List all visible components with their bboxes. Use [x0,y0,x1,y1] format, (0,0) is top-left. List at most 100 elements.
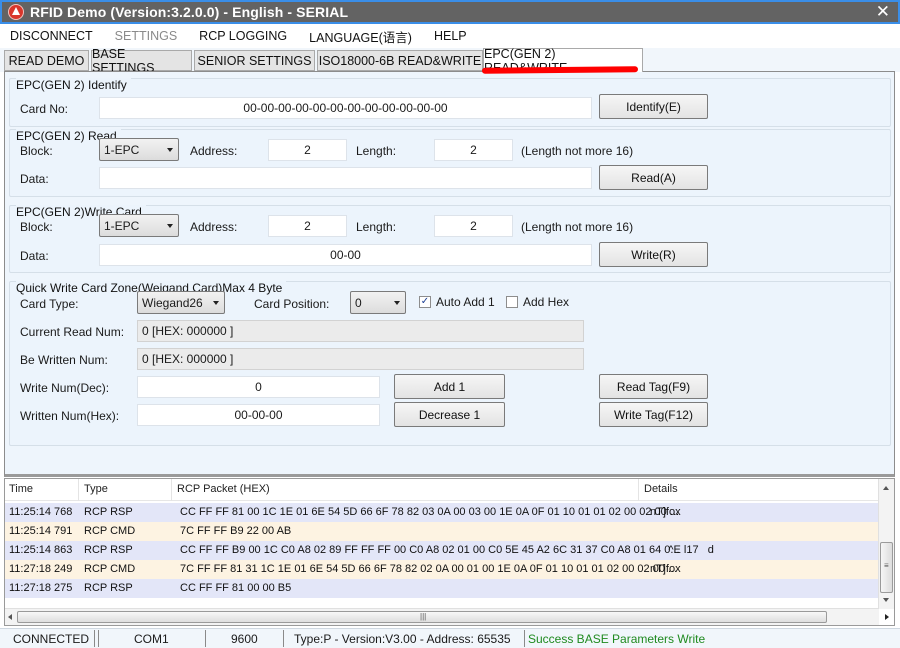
log-type: RCP CMD [84,525,136,537]
status-bar: CONNECTED COM1 9600 Type:P - Version:V3.… [0,628,900,648]
status-divider [94,630,95,647]
log-row[interactable]: 11:25:14 791 RCP CMD 7C FF FF B9 22 00 A… [5,522,879,541]
card-no-field[interactable]: 00-00-00-00-00-00-00-00-00-00-00-00 [99,97,592,119]
read-group: EPC(GEN 2) Read Block: 1-EPC Address: 2 … [9,129,891,197]
status-connection: CONNECTED [13,632,90,646]
log-time: 11:27:18 275 [9,582,73,594]
menu-rcp-logging[interactable]: RCP LOGGING [199,29,287,43]
menu-help[interactable]: HELP [434,29,467,43]
log-row[interactable]: 11:27:18 275 RCP RSP CC FF FF 81 00 00 B… [5,579,879,598]
close-icon[interactable]: ✕ [876,3,890,21]
log-packet: CC FF FF 81 00 00 B5 [180,582,292,594]
log-packet: CC FF FF B9 00 1C C0 A8 02 89 FF FF FF 0… [180,544,680,556]
card-position-select[interactable]: 0 [350,291,406,314]
identify-button[interactable]: Identify(E) [599,94,708,119]
status-device-info: Type:P - Version:V3.00 - Address: 65535 [294,632,511,646]
column-divider[interactable] [171,479,172,501]
write-length-label: Length: [356,220,397,234]
log-details: ^E l17 d [650,544,714,556]
tab-iso18000-6b[interactable]: ISO18000-6B READ&WRITE [317,50,483,71]
status-divider [283,630,284,647]
write-address-label: Address: [190,220,238,234]
col-time-header[interactable]: Time [9,483,33,495]
read-data-label: Data: [20,172,49,186]
add-hex-checkbox[interactable] [506,296,518,308]
scroll-right-icon[interactable] [885,614,889,620]
write-num-dec-field[interactable]: 0 [137,376,380,398]
scroll-up-icon[interactable] [883,486,889,490]
read-button[interactable]: Read(A) [599,165,708,190]
written-num-hex-field[interactable]: 00-00-00 [137,404,380,426]
window-title: RFID Demo (Version:3.2.0.0) - English - … [30,4,349,20]
col-details-header[interactable]: Details [644,483,678,495]
rcp-log-table: Time Type RCP Packet (HEX) Details 11:25… [4,478,895,626]
write-tag-button[interactable]: Write Tag(F12) [599,402,708,427]
write-num-dec-label: Write Num(Dec): [20,381,110,395]
status-port: COM1 [134,632,169,646]
read-block-select[interactable]: 1-EPC [99,138,179,161]
log-row[interactable]: 11:25:14 863 RCP RSP CC FF FF B9 00 1C C… [5,541,879,560]
column-divider[interactable] [638,479,639,501]
read-tag-button[interactable]: Read Tag(F9) [599,374,708,399]
log-type: RCP RSP [84,544,133,556]
write-group: EPC(GEN 2)Write Card Block: 1-EPC Addres… [9,205,891,273]
horizontal-scroll-thumb[interactable]: ||| [17,611,827,623]
write-block-value: 1-EPC [104,218,140,233]
write-address-field[interactable]: 2 [268,215,347,237]
read-address-field[interactable]: 2 [268,139,347,161]
col-type-header[interactable]: Type [84,483,108,495]
log-packet: CC FF FF 81 00 1C 1E 01 6E 54 5D 66 6F 7… [180,506,680,518]
card-type-label: Card Type: [20,297,79,311]
log-time: 11:27:18 249 [9,563,73,575]
log-header: Time Type RCP Packet (HEX) Details [5,479,879,501]
chevron-down-icon [167,224,173,228]
card-position-label: Card Position: [254,297,330,311]
log-time: 11:25:14 863 [9,544,73,556]
identify-group-title: EPC(GEN 2) Identify [16,78,131,92]
epc-gen2-panel: EPC(GEN 2) Identify Card No: 00-00-00-00… [4,71,895,477]
tab-senior-settings[interactable]: SENIOR SETTINGS [194,50,315,71]
menu-language[interactable]: LANGUAGE(语言) [309,27,412,46]
be-written-field: 0 [HEX: 000000 ] [137,348,584,370]
tab-base-settings[interactable]: BASE SETTINGS [91,47,192,75]
identify-group: EPC(GEN 2) Identify Card No: 00-00-00-00… [9,78,891,127]
write-button[interactable]: Write(R) [599,242,708,267]
log-row[interactable]: 11:27:18 249 RCP CMD 7C FF FF 81 31 1C 1… [5,560,879,579]
chevron-down-icon [213,301,219,305]
card-type-select[interactable]: Wiegand26 [137,291,225,314]
log-time: 11:25:14 791 [9,525,73,537]
column-divider[interactable] [78,479,79,501]
menu-settings[interactable]: SETTINGS [115,29,178,43]
status-divider [524,630,525,647]
read-block-value: 1-EPC [104,142,140,157]
read-length-field[interactable]: 2 [434,139,513,161]
current-read-field: 0 [HEX: 000000 ] [137,320,584,342]
log-row[interactable]: 11:25:14 768 RCP RSP CC FF FF 81 00 1C 1… [5,503,879,522]
horizontal-scrollbar[interactable]: ||| [5,608,889,625]
decrease-one-button[interactable]: Decrease 1 [394,402,505,427]
tab-read-demo[interactable]: READ DEMO [4,50,89,71]
chevron-down-icon [394,301,400,305]
write-length-hint: (Length not more 16) [521,220,634,234]
card-position-value: 0 [355,295,362,310]
menu-disconnect[interactable]: DISCONNECT [10,29,93,43]
read-data-field[interactable] [99,167,592,189]
col-packet-header[interactable]: RCP Packet (HEX) [177,483,270,495]
grip-icon: ||| [420,612,427,621]
scroll-left-icon[interactable] [8,614,12,620]
write-data-field[interactable]: 00-00 [99,244,592,266]
status-divider [205,630,206,647]
add-one-button[interactable]: Add 1 [394,374,505,399]
status-divider [98,630,99,647]
write-length-field[interactable]: 2 [434,215,513,237]
read-length-label: Length: [356,144,397,158]
vertical-scrollbar[interactable]: ≡ [878,479,894,609]
written-num-hex-label: Written Num(Hex): [20,409,120,423]
write-block-select[interactable]: 1-EPC [99,214,179,237]
title-bar: RFID Demo (Version:3.2.0.0) - English - … [0,0,900,24]
auto-add-checkbox[interactable]: ✓ [419,296,431,308]
scroll-down-icon[interactable] [883,598,889,602]
log-type: RCP CMD [84,563,136,575]
log-details: nT]fox [650,506,681,518]
vertical-scroll-thumb[interactable]: ≡ [880,542,893,593]
